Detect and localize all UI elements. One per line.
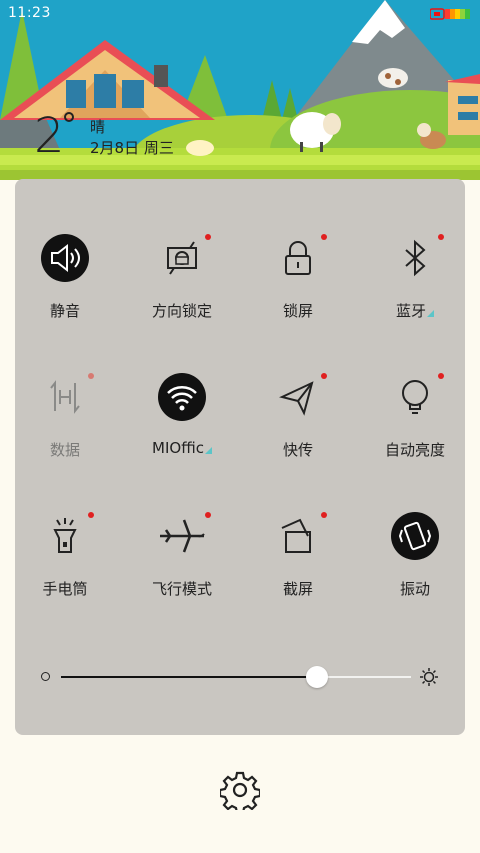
light-bulb-icon <box>391 373 439 421</box>
toggle-screenshot[interactable]: 截屏 <box>248 512 348 612</box>
notice-dot <box>88 512 94 518</box>
status-bar: 11:23 <box>0 0 480 26</box>
gear-icon[interactable] <box>220 770 260 810</box>
toggle-label: 数据 <box>49 441 80 459</box>
toggle-bluetooth[interactable]: 蓝牙 <box>365 234 465 334</box>
toggle-data[interactable]: 数据 <box>15 373 115 473</box>
toggle-label: 自动亮度 <box>384 441 445 459</box>
battery-icon <box>430 8 470 20</box>
more-options-indicator <box>204 447 212 454</box>
clock: 11:23 <box>8 5 51 21</box>
toggle-flashlight[interactable]: 手电筒 <box>15 512 115 612</box>
brightness-slider[interactable] <box>41 666 441 688</box>
wifi-icon <box>158 373 206 421</box>
paper-plane-icon <box>274 373 322 421</box>
toggle-label: 飞行模式 <box>151 580 212 598</box>
rotation-lock-icon <box>158 234 206 282</box>
brightness-high-icon <box>420 668 438 686</box>
weather-condition: 晴 <box>90 118 106 136</box>
toggle-mute[interactable]: 静音 <box>15 234 115 334</box>
toggle-label: 手电筒 <box>42 580 88 598</box>
temperature: 2 <box>34 108 65 164</box>
padlock-icon <box>274 234 322 282</box>
toggle-airplane[interactable]: 飞行模式 <box>132 512 232 612</box>
toggle-quick-send[interactable]: 快传 <box>248 373 348 473</box>
more-options-indicator <box>427 310 434 317</box>
notice-dot <box>321 373 327 379</box>
brightness-thumb[interactable] <box>306 666 328 688</box>
toggle-lock-screen[interactable]: 锁屏 <box>248 234 348 334</box>
vibrate-icon <box>391 512 439 560</box>
toggle-label: 蓝牙 <box>395 302 426 320</box>
notice-dot <box>205 512 211 518</box>
notice-dot <box>205 234 211 240</box>
toggle-label: 方向锁定 <box>151 302 212 320</box>
brightness-track[interactable] <box>61 666 411 688</box>
toggle-auto-brightness[interactable]: 自动亮度 <box>365 373 465 473</box>
toggle-vibrate[interactable]: 振动 <box>365 512 465 612</box>
notice-dot <box>438 373 444 379</box>
quick-settings-panel: 静音 方向锁定 锁屏 蓝牙 数据 MIOffic 快传 自动亮度 手电筒 飞行模… <box>15 179 465 735</box>
notice-dot <box>321 234 327 240</box>
screenshot-icon <box>274 512 322 560</box>
degree-symbol <box>64 112 74 122</box>
notice-dot <box>88 373 94 379</box>
notice-dot <box>438 234 444 240</box>
brightness-fill <box>61 676 317 678</box>
toggle-label: 截屏 <box>282 580 313 598</box>
notice-dot <box>321 512 327 518</box>
mobile-data-icon <box>41 373 89 421</box>
flashlight-icon <box>41 512 89 560</box>
bluetooth-icon <box>391 234 439 282</box>
toggle-rotation-lock[interactable]: 方向锁定 <box>132 234 232 334</box>
toggle-label: 快传 <box>282 441 313 459</box>
toggle-label: 振动 <box>399 580 430 598</box>
toggle-label: MIOffic <box>152 439 204 457</box>
airplane-icon <box>158 512 206 560</box>
brightness-low-icon <box>41 672 50 681</box>
speaker-icon <box>41 234 89 282</box>
toggle-wifi[interactable]: MIOffic <box>132 373 232 473</box>
toggle-label: 静音 <box>49 302 80 320</box>
weather-date: 2月8日 周三 <box>90 139 174 157</box>
landscape-illustration <box>0 0 480 180</box>
weather-header <box>0 0 480 180</box>
toggle-label: 锁屏 <box>282 302 313 320</box>
